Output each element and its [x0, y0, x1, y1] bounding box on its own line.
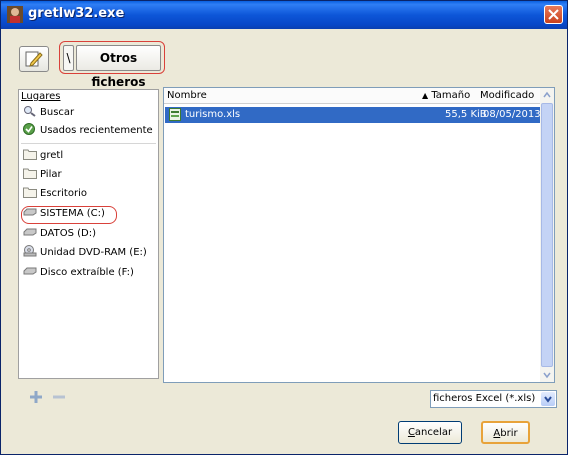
place-label: Usados recientemente — [40, 125, 153, 136]
file-type-filter[interactable]: ficheros Excel (*.xls) — [430, 390, 557, 408]
vertical-scrollbar[interactable] — [540, 88, 554, 382]
place-label: Pilar — [40, 169, 62, 180]
place-label: Unidad DVD-RAM (E:) — [40, 247, 147, 258]
recent-icon — [23, 123, 35, 135]
drive-icon — [23, 228, 37, 236]
place-label: DATOS (D:) — [40, 228, 96, 239]
column-size[interactable]: ▲ Tamaño — [422, 88, 470, 103]
place-desktop[interactable]: Escritorio — [23, 186, 87, 202]
folder-icon — [23, 149, 37, 160]
add-bookmark-button[interactable] — [29, 390, 43, 404]
spreadsheet-icon — [169, 108, 181, 121]
sort-ascending-icon: ▲ — [422, 91, 429, 100]
close-button[interactable] — [544, 5, 563, 24]
scroll-down-icon[interactable] — [540, 368, 554, 382]
filter-dropdown-button[interactable] — [541, 392, 555, 406]
open-button[interactable]: Abrir — [481, 421, 530, 444]
place-recent[interactable]: Usados recientemente — [23, 123, 153, 139]
search-icon — [24, 106, 36, 117]
place-gretl[interactable]: gretl — [23, 148, 63, 164]
remove-bookmark-button[interactable] — [53, 394, 65, 400]
cancel-button[interactable]: Cancelar — [398, 421, 462, 444]
dvd-icon — [23, 245, 37, 257]
place-label: Escritorio — [40, 188, 87, 199]
title-bar[interactable]: gretlw32.exe — [1, 1, 567, 29]
drive-c-highlight — [21, 206, 117, 224]
path-current-folder-button[interactable]: Otros ficheros — [76, 45, 161, 89]
place-pilar[interactable]: Pilar — [23, 167, 62, 183]
place-dvd-e[interactable]: Unidad DVD-RAM (E:) — [23, 245, 147, 261]
places-separator — [21, 143, 156, 144]
places-panel: Lugares Buscar Usados recientemente gret… — [18, 89, 159, 379]
pencil-icon — [25, 51, 43, 67]
type-location-button[interactable] — [19, 46, 49, 72]
scroll-up-icon[interactable] — [540, 88, 554, 102]
column-modified[interactable]: Modificado — [480, 88, 534, 103]
place-search[interactable]: Buscar — [23, 105, 74, 121]
column-name[interactable]: Nombre — [167, 88, 207, 103]
folder-icon — [23, 168, 37, 179]
folder-icon — [23, 187, 37, 198]
chevron-down-icon — [544, 396, 552, 403]
place-label: gretl — [40, 150, 64, 161]
scrollbar-thumb[interactable] — [541, 103, 553, 367]
file-modified: 08/05/2013 — [483, 109, 541, 120]
gretl-app-icon — [7, 6, 23, 23]
table-row[interactable]: turismo.xls 55,5 KiB 08/05/2013 — [165, 107, 541, 123]
file-name: turismo.xls — [185, 109, 241, 120]
filter-selected-value: ficheros Excel (*.xls) — [433, 393, 536, 404]
path-root-button[interactable]: \ — [63, 45, 74, 71]
file-dialog-window: gretlw32.exe \ Otros ficheros Lugares Bu… — [0, 0, 568, 455]
file-size: 55,5 KiB — [445, 109, 487, 120]
drive-icon — [23, 267, 37, 275]
place-label: Buscar — [40, 107, 75, 118]
close-icon — [548, 9, 559, 20]
file-list[interactable]: Nombre ▲ Tamaño Modificado turismo.xls 5… — [163, 87, 555, 383]
place-drive-d[interactable]: DATOS (D:) — [23, 226, 96, 242]
places-header[interactable]: Lugares — [19, 90, 158, 104]
place-removable-f[interactable]: Disco extraíble (F:) — [23, 265, 134, 281]
window-title: gretlw32.exe — [28, 6, 125, 21]
place-label: Disco extraíble (F:) — [40, 267, 134, 278]
file-list-header: Nombre ▲ Tamaño Modificado — [164, 88, 541, 104]
